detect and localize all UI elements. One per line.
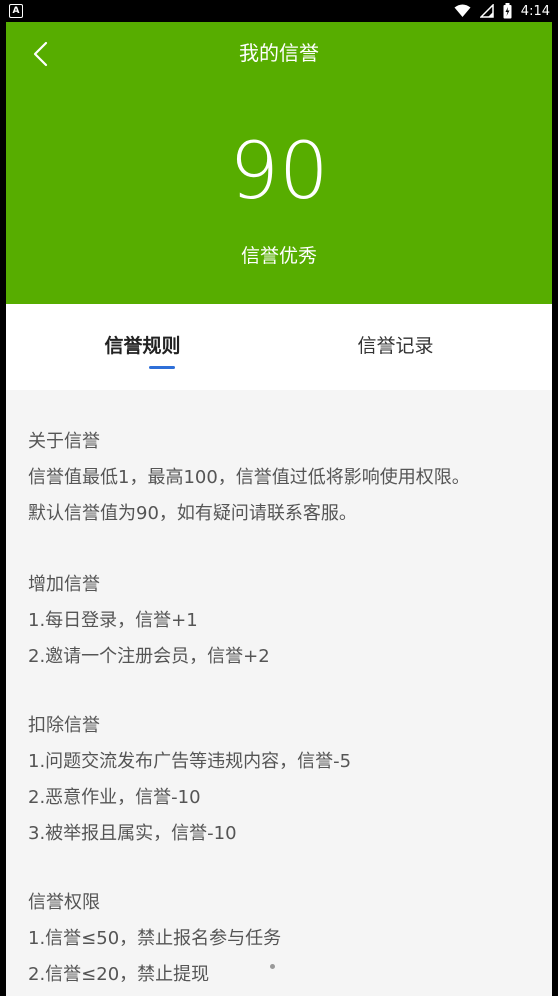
rule-line: 2.恶意作业，信誉-10 xyxy=(28,787,201,808)
credit-header: 我的信誉 90 信誉优秀 xyxy=(6,22,552,304)
app-frame: 我的信誉 90 信誉优秀 信誉规则 信誉记录 关于信誉 信誉值最低1，最高100… xyxy=(6,22,552,996)
rule-line: 2.邀请一个注册会员，信誉+2 xyxy=(28,646,270,667)
rule-line: 2.信誉≤20，禁止提现 xyxy=(28,964,210,985)
status-bar: A 4:14 xyxy=(0,0,558,22)
section-title: 增加信誉 xyxy=(28,574,100,595)
rule-line: 1.信誉≤50，禁止报名参与任务 xyxy=(28,928,282,949)
screen: A 4:14 我的信誉 90 信誉优秀 信誉规则 信誉记录 关于信誉 信誉值最低… xyxy=(0,0,558,996)
tab-bar: 信誉规则 信誉记录 xyxy=(6,304,552,390)
rule-line: 3.被举报且属实，信誉-10 xyxy=(28,823,237,844)
status-icons: 4:14 xyxy=(454,2,550,20)
section-title: 扣除信誉 xyxy=(28,715,100,736)
section-increase: 增加信誉 1.每日登录，信誉+1 2.邀请一个注册会员，信誉+2 xyxy=(28,567,538,675)
section-about: 关于信誉 信誉值最低1，最高100，信誉值过低将影响使用权限。 默认信誉值为90… xyxy=(28,424,538,532)
active-tab-indicator xyxy=(149,366,175,369)
notification-icon: A xyxy=(9,4,23,18)
notification-badge-text: A xyxy=(12,6,20,16)
credit-score: 90 xyxy=(229,127,329,217)
rule-line: 1.问题交流发布广告等违规内容，信誉-5 xyxy=(28,751,352,772)
rules-content: 关于信誉 信誉值最低1，最高100，信誉值过低将影响使用权限。 默认信誉值为90… xyxy=(6,390,552,996)
rule-line: 信誉值最低1，最高100，信誉值过低将影响使用权限。 xyxy=(28,467,470,488)
wifi-icon xyxy=(454,4,471,17)
tab-credit-records[interactable]: 信誉记录 xyxy=(259,304,532,390)
section-title: 关于信誉 xyxy=(28,431,100,452)
scroll-dot-icon xyxy=(270,964,275,969)
section-title: 信誉权限 xyxy=(28,892,100,913)
battery-icon xyxy=(503,3,512,19)
page-title: 我的信誉 xyxy=(239,41,319,65)
credit-level: 信誉优秀 xyxy=(240,245,317,267)
rule-line: 默认信誉值为90，如有疑问请联系客服。 xyxy=(28,503,357,524)
tab-credit-rules[interactable]: 信誉规则 xyxy=(6,304,279,390)
rule-line: 1.每日登录，信誉+1 xyxy=(28,610,198,631)
section-deduct: 扣除信誉 1.问题交流发布广告等违规内容，信誉-5 2.恶意作业，信誉-10 3… xyxy=(28,708,538,852)
signal-icon xyxy=(479,4,494,18)
clock: 4:14 xyxy=(520,3,550,19)
section-permissions: 信誉权限 1.信誉≤50，禁止报名参与任务 2.信誉≤20，禁止提现 xyxy=(28,885,538,993)
